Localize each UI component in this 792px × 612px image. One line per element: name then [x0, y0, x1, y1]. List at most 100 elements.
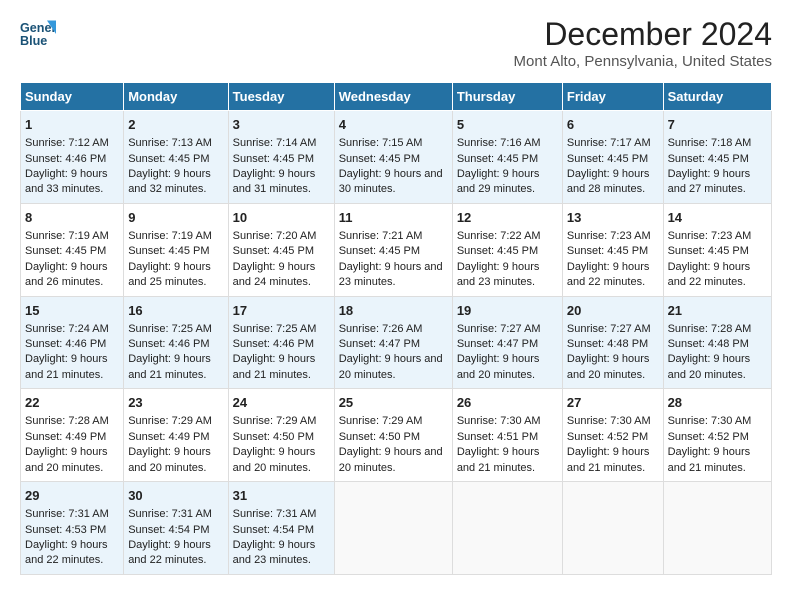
sunset-label: Sunset: 4:49 PM	[25, 431, 106, 443]
calendar-header-row: Sunday Monday Tuesday Wednesday Thursday…	[21, 83, 772, 111]
sunset-label: Sunset: 4:45 PM	[233, 153, 314, 165]
sunrise-label: Sunrise: 7:22 AM	[457, 230, 541, 242]
calendar-cell: 29 Sunrise: 7:31 AM Sunset: 4:53 PM Dayl…	[21, 482, 124, 575]
page-subtitle: Mont Alto, Pennsylvania, United States	[514, 53, 772, 70]
sunrise-label: Sunrise: 7:20 AM	[233, 230, 317, 242]
sunset-label: Sunset: 4:50 PM	[339, 431, 420, 443]
calendar-cell: 1 Sunrise: 7:12 AM Sunset: 4:46 PM Dayli…	[21, 111, 124, 204]
daylight-label: Daylight: 9 hours and 22 minutes.	[668, 261, 751, 288]
daylight-label: Daylight: 9 hours and 21 minutes.	[457, 446, 540, 473]
day-number: 24	[233, 394, 330, 412]
sunrise-label: Sunrise: 7:19 AM	[25, 230, 109, 242]
sunset-label: Sunset: 4:48 PM	[567, 338, 648, 350]
sunrise-label: Sunrise: 7:27 AM	[567, 323, 651, 335]
calendar-cell: 19 Sunrise: 7:27 AM Sunset: 4:47 PM Dayl…	[452, 296, 562, 389]
sunrise-label: Sunrise: 7:27 AM	[457, 323, 541, 335]
calendar-cell: 12 Sunrise: 7:22 AM Sunset: 4:45 PM Dayl…	[452, 203, 562, 296]
daylight-label: Daylight: 9 hours and 22 minutes.	[25, 539, 108, 566]
sunrise-label: Sunrise: 7:21 AM	[339, 230, 423, 242]
day-number: 3	[233, 116, 330, 134]
sunrise-label: Sunrise: 7:12 AM	[25, 137, 109, 149]
calendar-cell: 26 Sunrise: 7:30 AM Sunset: 4:51 PM Dayl…	[452, 389, 562, 482]
day-number: 19	[457, 302, 558, 320]
sunrise-label: Sunrise: 7:16 AM	[457, 137, 541, 149]
sunset-label: Sunset: 4:45 PM	[567, 245, 648, 257]
sunrise-label: Sunrise: 7:26 AM	[339, 323, 423, 335]
calendar-cell: 24 Sunrise: 7:29 AM Sunset: 4:50 PM Dayl…	[228, 389, 334, 482]
daylight-label: Daylight: 9 hours and 20 minutes.	[128, 446, 211, 473]
calendar-cell	[562, 482, 663, 575]
calendar-cell: 25 Sunrise: 7:29 AM Sunset: 4:50 PM Dayl…	[334, 389, 452, 482]
calendar-cell	[452, 482, 562, 575]
day-number: 15	[25, 302, 119, 320]
col-saturday: Saturday	[663, 83, 771, 111]
sunset-label: Sunset: 4:54 PM	[233, 524, 314, 536]
daylight-label: Daylight: 9 hours and 30 minutes.	[339, 168, 443, 195]
sunset-label: Sunset: 4:45 PM	[128, 245, 209, 257]
day-number: 8	[25, 209, 119, 227]
day-number: 2	[128, 116, 223, 134]
day-number: 20	[567, 302, 659, 320]
calendar-cell	[334, 482, 452, 575]
calendar-week-row: 15 Sunrise: 7:24 AM Sunset: 4:46 PM Dayl…	[21, 296, 772, 389]
sunrise-label: Sunrise: 7:29 AM	[128, 415, 212, 427]
daylight-label: Daylight: 9 hours and 23 minutes.	[233, 539, 316, 566]
calendar-cell: 6 Sunrise: 7:17 AM Sunset: 4:45 PM Dayli…	[562, 111, 663, 204]
day-number: 9	[128, 209, 223, 227]
sunset-label: Sunset: 4:46 PM	[25, 153, 106, 165]
calendar-cell: 15 Sunrise: 7:24 AM Sunset: 4:46 PM Dayl…	[21, 296, 124, 389]
daylight-label: Daylight: 9 hours and 26 minutes.	[25, 261, 108, 288]
day-number: 1	[25, 116, 119, 134]
day-number: 11	[339, 209, 448, 227]
daylight-label: Daylight: 9 hours and 20 minutes.	[567, 353, 650, 380]
sunset-label: Sunset: 4:47 PM	[339, 338, 420, 350]
col-monday: Monday	[124, 83, 228, 111]
sunset-label: Sunset: 4:51 PM	[457, 431, 538, 443]
col-tuesday: Tuesday	[228, 83, 334, 111]
sunset-label: Sunset: 4:46 PM	[233, 338, 314, 350]
col-sunday: Sunday	[21, 83, 124, 111]
day-number: 30	[128, 487, 223, 505]
daylight-label: Daylight: 9 hours and 20 minutes.	[25, 446, 108, 473]
page-title: December 2024	[514, 16, 772, 53]
calendar-cell: 27 Sunrise: 7:30 AM Sunset: 4:52 PM Dayl…	[562, 389, 663, 482]
day-number: 22	[25, 394, 119, 412]
day-number: 6	[567, 116, 659, 134]
sunset-label: Sunset: 4:45 PM	[25, 245, 106, 257]
sunrise-label: Sunrise: 7:31 AM	[233, 508, 317, 520]
calendar-week-row: 29 Sunrise: 7:31 AM Sunset: 4:53 PM Dayl…	[21, 482, 772, 575]
calendar-cell: 30 Sunrise: 7:31 AM Sunset: 4:54 PM Dayl…	[124, 482, 228, 575]
daylight-label: Daylight: 9 hours and 21 minutes.	[128, 353, 211, 380]
daylight-label: Daylight: 9 hours and 20 minutes.	[233, 446, 316, 473]
sunrise-label: Sunrise: 7:31 AM	[128, 508, 212, 520]
sunset-label: Sunset: 4:48 PM	[668, 338, 749, 350]
day-number: 23	[128, 394, 223, 412]
sunrise-label: Sunrise: 7:18 AM	[668, 137, 752, 149]
daylight-label: Daylight: 9 hours and 33 minutes.	[25, 168, 108, 195]
sunrise-label: Sunrise: 7:29 AM	[233, 415, 317, 427]
sunset-label: Sunset: 4:46 PM	[25, 338, 106, 350]
sunset-label: Sunset: 4:45 PM	[339, 153, 420, 165]
calendar-week-row: 1 Sunrise: 7:12 AM Sunset: 4:46 PM Dayli…	[21, 111, 772, 204]
calendar-cell: 5 Sunrise: 7:16 AM Sunset: 4:45 PM Dayli…	[452, 111, 562, 204]
daylight-label: Daylight: 9 hours and 25 minutes.	[128, 261, 211, 288]
day-number: 25	[339, 394, 448, 412]
sunrise-label: Sunrise: 7:13 AM	[128, 137, 212, 149]
logo: General Blue	[20, 16, 56, 52]
sunset-label: Sunset: 4:52 PM	[668, 431, 749, 443]
sunset-label: Sunset: 4:45 PM	[668, 153, 749, 165]
sunrise-label: Sunrise: 7:17 AM	[567, 137, 651, 149]
day-number: 28	[668, 394, 767, 412]
daylight-label: Daylight: 9 hours and 20 minutes.	[339, 353, 443, 380]
calendar-cell: 17 Sunrise: 7:25 AM Sunset: 4:46 PM Dayl…	[228, 296, 334, 389]
daylight-label: Daylight: 9 hours and 20 minutes.	[668, 353, 751, 380]
sunrise-label: Sunrise: 7:31 AM	[25, 508, 109, 520]
calendar-cell: 3 Sunrise: 7:14 AM Sunset: 4:45 PM Dayli…	[228, 111, 334, 204]
daylight-label: Daylight: 9 hours and 28 minutes.	[567, 168, 650, 195]
sunset-label: Sunset: 4:49 PM	[128, 431, 209, 443]
sunrise-label: Sunrise: 7:28 AM	[25, 415, 109, 427]
calendar-cell: 23 Sunrise: 7:29 AM Sunset: 4:49 PM Dayl…	[124, 389, 228, 482]
daylight-label: Daylight: 9 hours and 32 minutes.	[128, 168, 211, 195]
sunset-label: Sunset: 4:45 PM	[339, 245, 420, 257]
day-number: 4	[339, 116, 448, 134]
